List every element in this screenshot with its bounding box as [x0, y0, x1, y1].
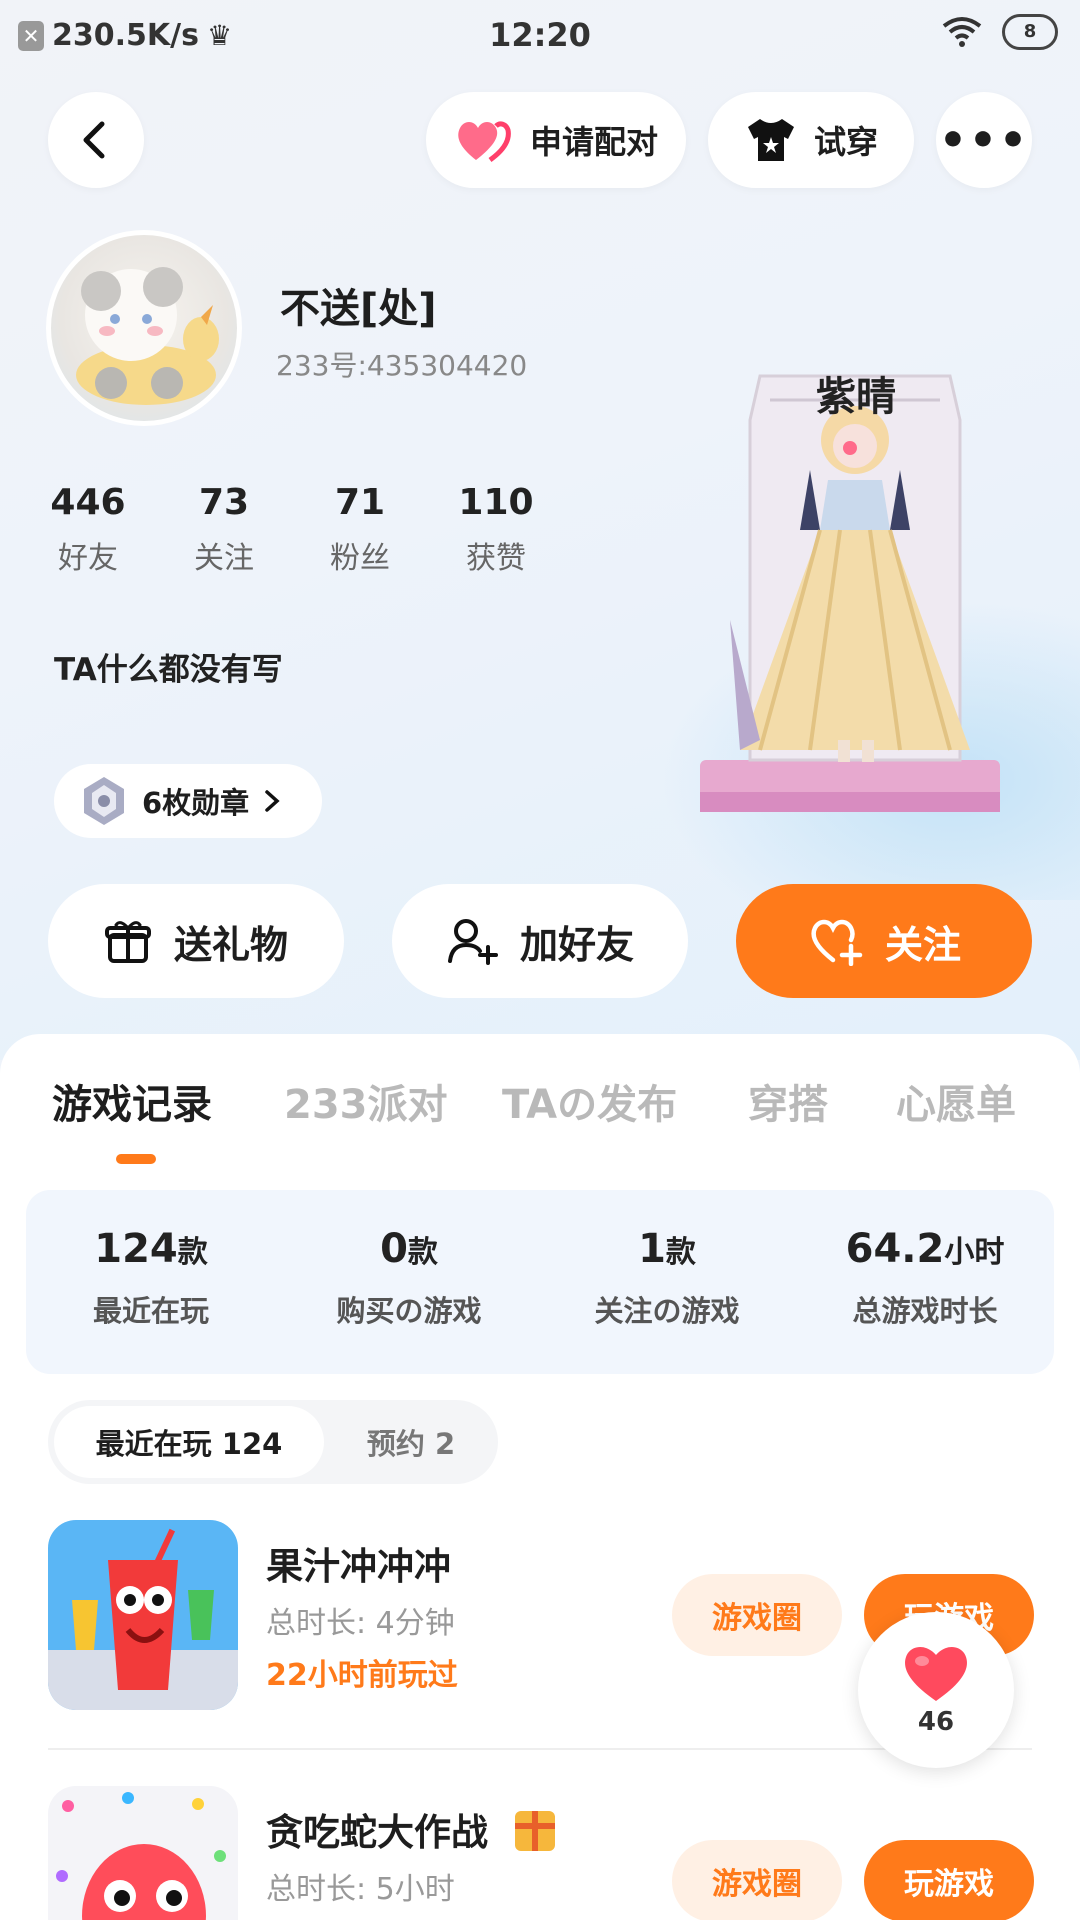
follow-label: 关注: [884, 922, 961, 967]
chevron-right-icon: [265, 790, 280, 812]
bio-text: TA什么都没有写: [54, 652, 283, 688]
game-circle-button[interactable]: 游戏圈: [672, 1840, 842, 1920]
stat-label: 粉丝: [330, 541, 390, 576]
add-friend-button[interactable]: 加好友: [392, 884, 688, 998]
more-options-button[interactable]: •••: [936, 92, 1032, 188]
try-on-label: 试穿: [813, 123, 878, 161]
summary-followed[interactable]: 1款 关注の游戏: [542, 1226, 792, 1330]
apply-pair-label: 申请配对: [529, 123, 658, 161]
stat-likes[interactable]: 110 获赞: [454, 482, 538, 577]
tab-bar: 游戏记录 233派对 TAの发布 穿搭 心愿单: [0, 1072, 1080, 1132]
summary-label: 最近在玩: [92, 1294, 209, 1328]
status-right: 8: [942, 14, 1058, 50]
avatar-figure[interactable]: 紫晴: [700, 360, 1000, 820]
stat-value: 71: [334, 482, 386, 523]
summary-unit: 款: [177, 1235, 208, 1270]
figure-illustration: [700, 374, 1000, 812]
tab-party[interactable]: 233派对: [284, 1072, 448, 1130]
try-on-button[interactable]: 试穿: [708, 92, 914, 188]
segment-recent[interactable]: 最近在玩 124: [54, 1406, 324, 1478]
game-last-played: 22小时前玩过: [266, 1658, 458, 1693]
segment-control: 最近在玩 124 预约 2: [48, 1400, 498, 1484]
summary-value: 0: [380, 1226, 408, 1272]
game-duration: 总时长: 5小时: [266, 1872, 455, 1907]
figure-caption: 紫晴: [816, 374, 896, 420]
summary-value: 64.2: [845, 1226, 945, 1272]
snake-game-image: [48, 1786, 238, 1920]
follow-button[interactable]: 关注: [736, 884, 1032, 998]
summary-unit: 款: [407, 1235, 438, 1270]
stat-fans[interactable]: 71 粉丝: [318, 482, 402, 577]
like-count: 46: [917, 1707, 955, 1737]
heart-icon: [905, 1646, 967, 1701]
medal-button[interactable]: 6枚勋章: [54, 764, 322, 838]
user-id[interactable]: 233号:435304420: [276, 344, 527, 384]
username: 不送[处]: [280, 286, 437, 332]
avatar-image: [76, 267, 219, 405]
back-arrow-icon: [83, 121, 105, 159]
game-name: 果汁冲冲冲: [266, 1545, 451, 1588]
gift-icon: [104, 921, 151, 963]
game-circle-button[interactable]: 游戏圈: [672, 1574, 842, 1656]
game-summary: 124款 最近在玩 0款 购买の游戏 1款 关注の游戏 64.2小时 总游戏时长: [26, 1190, 1054, 1374]
juice-game-image: [48, 1520, 238, 1710]
more-icon: •••: [938, 114, 1030, 166]
status-bar: ✕ 230.5K/s ♛ 12:20 8: [0, 0, 1080, 70]
avatar[interactable]: [46, 230, 242, 426]
summary-label: 关注の游戏: [594, 1294, 740, 1328]
summary-label: 总游戏时长: [852, 1294, 998, 1328]
floating-like-button[interactable]: 46: [858, 1612, 1014, 1768]
stat-label: 好友: [58, 541, 118, 576]
gift-box-icon: [514, 1811, 555, 1851]
tab-posts[interactable]: TAの发布: [502, 1072, 677, 1130]
clock: 12:20: [489, 16, 591, 54]
play-game-button[interactable]: 玩游戏: [864, 1840, 1034, 1920]
summary-unit: 款: [665, 1235, 696, 1270]
game-item[interactable]: 贪吃蛇大作战 总时长: 5小时 游戏圈 玩游戏: [48, 1786, 1038, 1920]
summary-recent[interactable]: 124款 最近在玩: [26, 1226, 276, 1330]
stat-label: 获赞: [466, 541, 526, 576]
game-icon-snake[interactable]: [48, 1786, 238, 1920]
segment-reserve[interactable]: 预约 2: [330, 1406, 492, 1478]
stat-friends[interactable]: 446 好友: [46, 482, 130, 577]
apply-pair-button[interactable]: 申请配对: [426, 92, 686, 188]
summary-label: 购买の游戏: [336, 1294, 482, 1328]
summary-purchased[interactable]: 0款 购买の游戏: [284, 1226, 534, 1330]
game-duration: 总时长: 4分钟: [266, 1606, 455, 1641]
send-gift-label: 送礼物: [173, 922, 288, 967]
add-user-icon: [447, 919, 498, 965]
summary-playtime[interactable]: 64.2小时 总游戏时长: [800, 1226, 1050, 1330]
heart-pair-icon: [458, 121, 511, 163]
wifi-icon: [942, 17, 982, 47]
shirt-icon: [747, 119, 794, 161]
tab-game-records[interactable]: 游戏记录: [52, 1072, 212, 1130]
game-icon-juice[interactable]: [48, 1520, 238, 1710]
summary-value: 1: [638, 1226, 666, 1272]
tab-indicator: [116, 1154, 156, 1164]
medal-label: 6枚勋章: [142, 786, 250, 820]
game-name-text: 贪吃蛇大作战: [266, 1811, 488, 1854]
battery-indicator: 8: [1002, 14, 1058, 50]
send-gift-button[interactable]: 送礼物: [48, 884, 344, 998]
stat-value: 446: [50, 482, 126, 523]
game-name: 贪吃蛇大作战: [266, 1802, 555, 1856]
summary-unit: 小时: [944, 1235, 1005, 1270]
stat-label: 关注: [194, 541, 254, 576]
tab-outfits[interactable]: 穿搭: [748, 1072, 828, 1130]
summary-value: 124: [94, 1226, 178, 1272]
stat-following[interactable]: 73 关注: [182, 482, 266, 577]
stat-value: 110: [458, 482, 534, 523]
add-friend-label: 加好友: [519, 922, 634, 967]
medal-icon: [84, 777, 124, 825]
heart-plus-icon: [811, 919, 863, 966]
tab-wishlist[interactable]: 心愿单: [896, 1072, 1016, 1130]
back-button[interactable]: [48, 92, 144, 188]
stat-value: 73: [198, 482, 250, 523]
